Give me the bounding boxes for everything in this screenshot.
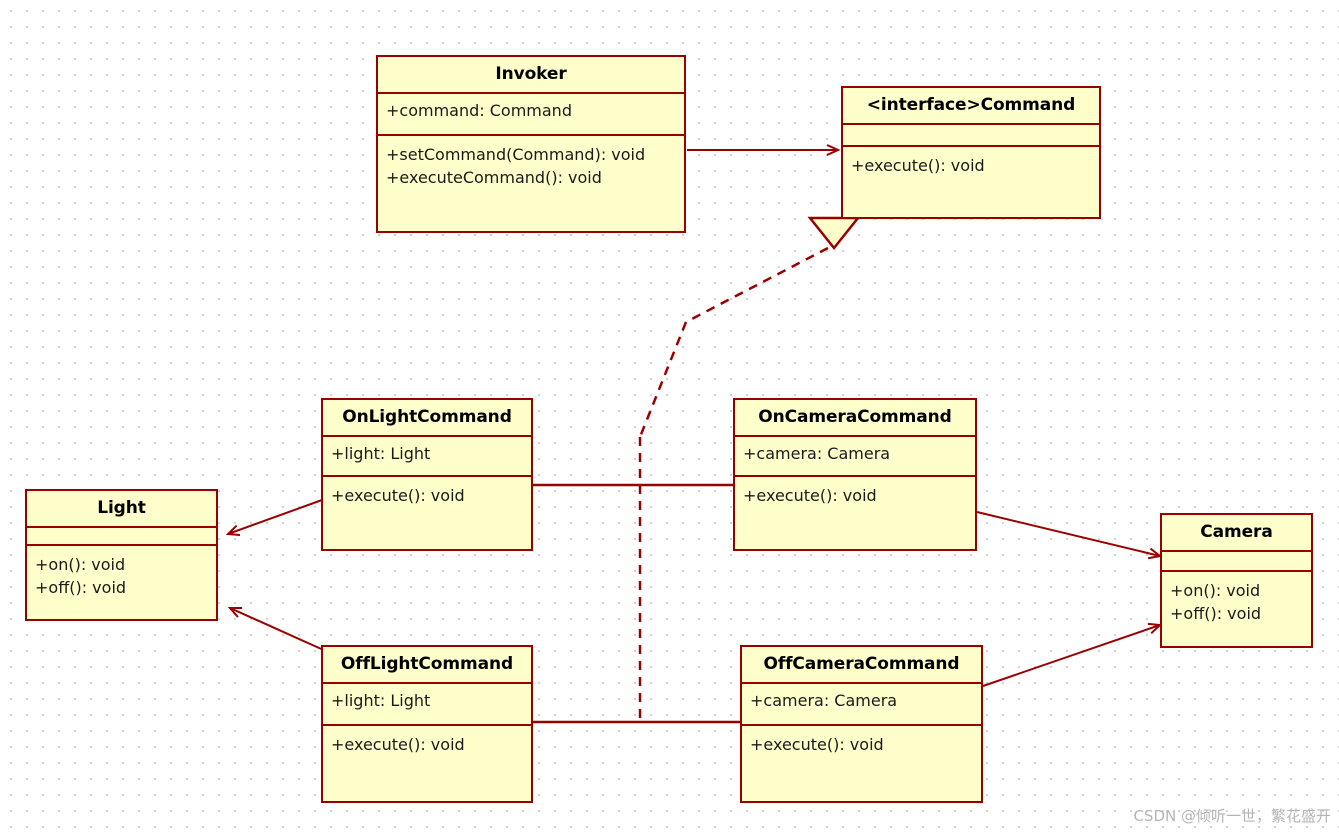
operation-item: +executeCommand(): void — [386, 168, 602, 188]
operation-item: +execute(): void — [750, 735, 884, 754]
class-box-oncameracommand[interactable]: OnCameraCommand +camera: Camera +execute… — [733, 398, 977, 551]
class-operations-command-interface: +execute(): void — [843, 147, 1099, 185]
edge-onlightcommand-to-light — [228, 499, 323, 534]
operation-item: +on(): void — [35, 555, 126, 574]
class-attributes-oncameracommand: +camera: Camera — [735, 437, 975, 477]
class-name-light: Light — [27, 491, 216, 528]
class-name-onlightcommand: OnLightCommand — [323, 400, 531, 437]
class-box-offlightcommand[interactable]: OffLightCommand +light: Light +execute()… — [321, 645, 533, 803]
class-box-invoker[interactable]: Invoker +command: Command +setCommand(Co… — [376, 55, 686, 233]
class-attributes-invoker: +command: Command — [378, 94, 684, 136]
attribute-item: +camera: Camera — [750, 691, 898, 710]
realization-triangle-head — [807, 216, 861, 251]
class-name-camera: Camera — [1162, 515, 1311, 552]
class-attributes-offlightcommand: +light: Light — [323, 684, 531, 726]
class-box-camera[interactable]: Camera +on(): void +off(): void — [1160, 513, 1313, 648]
class-box-offcameracommand[interactable]: OffCameraCommand +camera: Camera +execut… — [740, 645, 983, 803]
operation-item: +on(): void — [1170, 581, 1261, 600]
class-name-offcameracommand: OffCameraCommand — [742, 647, 981, 684]
attribute-item: +light: Light — [331, 444, 431, 463]
class-box-onlightcommand[interactable]: OnLightCommand +light: Light +execute():… — [321, 398, 533, 551]
class-operations-offcameracommand: +execute(): void — [742, 726, 981, 764]
class-operations-onlightcommand: +execute(): void — [323, 477, 531, 515]
class-name-oncameracommand: OnCameraCommand — [735, 400, 975, 437]
edge-oncameracommand-to-camera — [976, 511, 1160, 556]
watermark-text: CSDN @倾听一世，繁花盛开 — [1133, 807, 1331, 825]
class-name-invoker: Invoker — [378, 57, 684, 94]
edge-offlightcommand-to-light — [230, 608, 329, 653]
class-name-command-interface: <interface>Command — [843, 88, 1099, 125]
operation-item: +execute(): void — [743, 486, 877, 505]
class-attributes-light — [27, 528, 216, 546]
operation-item: +execute(): void — [851, 156, 985, 175]
class-box-light[interactable]: Light +on(): void +off(): void — [25, 489, 218, 621]
class-operations-offlightcommand: +execute(): void — [323, 726, 531, 764]
uml-diagram-canvas: Invoker +command: Command +setCommand(Co… — [0, 0, 1339, 832]
operation-item: +setCommand(Command): void — [386, 145, 646, 164]
operation-item: +off(): void — [1170, 604, 1262, 624]
class-attributes-camera — [1162, 552, 1311, 572]
class-operations-light: +on(): void +off(): void — [27, 546, 216, 607]
class-operations-oncameracommand: +execute(): void — [735, 477, 975, 515]
edge-offcameracommand-to-camera — [982, 625, 1160, 687]
bottom-edge-strip — [0, 828, 1339, 832]
operation-item: +execute(): void — [331, 486, 465, 505]
class-box-command-interface[interactable]: <interface>Command +execute(): void — [841, 86, 1101, 219]
operation-item: +off(): void — [35, 578, 127, 598]
class-name-offlightcommand: OffLightCommand — [323, 647, 531, 684]
attribute-item: +camera: Camera — [743, 444, 891, 463]
class-operations-camera: +on(): void +off(): void — [1162, 572, 1311, 633]
class-attributes-command-interface — [843, 125, 1099, 147]
attribute-item: +command: Command — [386, 101, 572, 120]
attribute-item: +light: Light — [331, 691, 431, 710]
class-operations-invoker: +setCommand(Command): void +executeComma… — [378, 136, 684, 197]
operation-item: +execute(): void — [331, 735, 465, 754]
class-attributes-onlightcommand: +light: Light — [323, 437, 531, 477]
class-attributes-offcameracommand: +camera: Camera — [742, 684, 981, 726]
